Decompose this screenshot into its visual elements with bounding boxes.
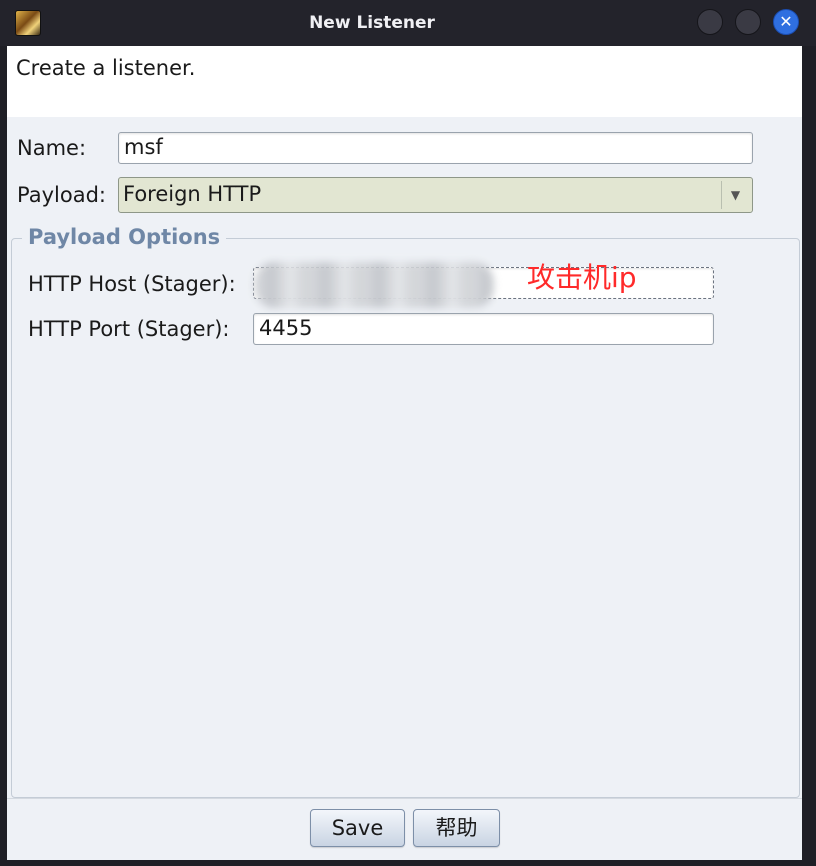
save-button[interactable]: Save: [310, 809, 405, 847]
window-title: New Listener: [309, 13, 435, 33]
http-host-label: HTTP Host (Stager):: [28, 272, 236, 296]
title-bar[interactable]: New Listener ✕: [0, 0, 816, 46]
annotation-attacker-ip: 攻击机ip: [527, 261, 637, 294]
http-port-label: HTTP Port (Stager):: [28, 317, 230, 341]
chevron-down-icon[interactable]: ▼: [721, 181, 749, 209]
maximize-button[interactable]: [735, 9, 761, 35]
header-description: Create a listener.: [16, 56, 196, 80]
close-icon: ✕: [779, 12, 793, 31]
new-listener-window: New Listener ✕ Create a listener. Name: …: [0, 0, 816, 866]
http-port-input[interactable]: 4455: [253, 313, 714, 345]
help-button[interactable]: 帮助: [413, 809, 500, 847]
name-input[interactable]: msf: [118, 132, 753, 164]
payload-options-title: Payload Options: [22, 225, 227, 249]
name-label: Name:: [17, 136, 87, 160]
dialog-content: Create a listener. Name: msf Payload: Fo…: [7, 46, 802, 860]
payload-selected-value: Foreign HTTP: [123, 182, 262, 206]
minimize-button[interactable]: [697, 9, 723, 35]
redacted-ip-blur: [254, 262, 494, 308]
close-button[interactable]: ✕: [773, 9, 799, 35]
footer-divider: [7, 798, 802, 799]
payload-select[interactable]: Foreign HTTP ▼: [118, 177, 753, 213]
header-panel: Create a listener.: [7, 46, 802, 117]
payload-label: Payload:: [17, 183, 106, 207]
